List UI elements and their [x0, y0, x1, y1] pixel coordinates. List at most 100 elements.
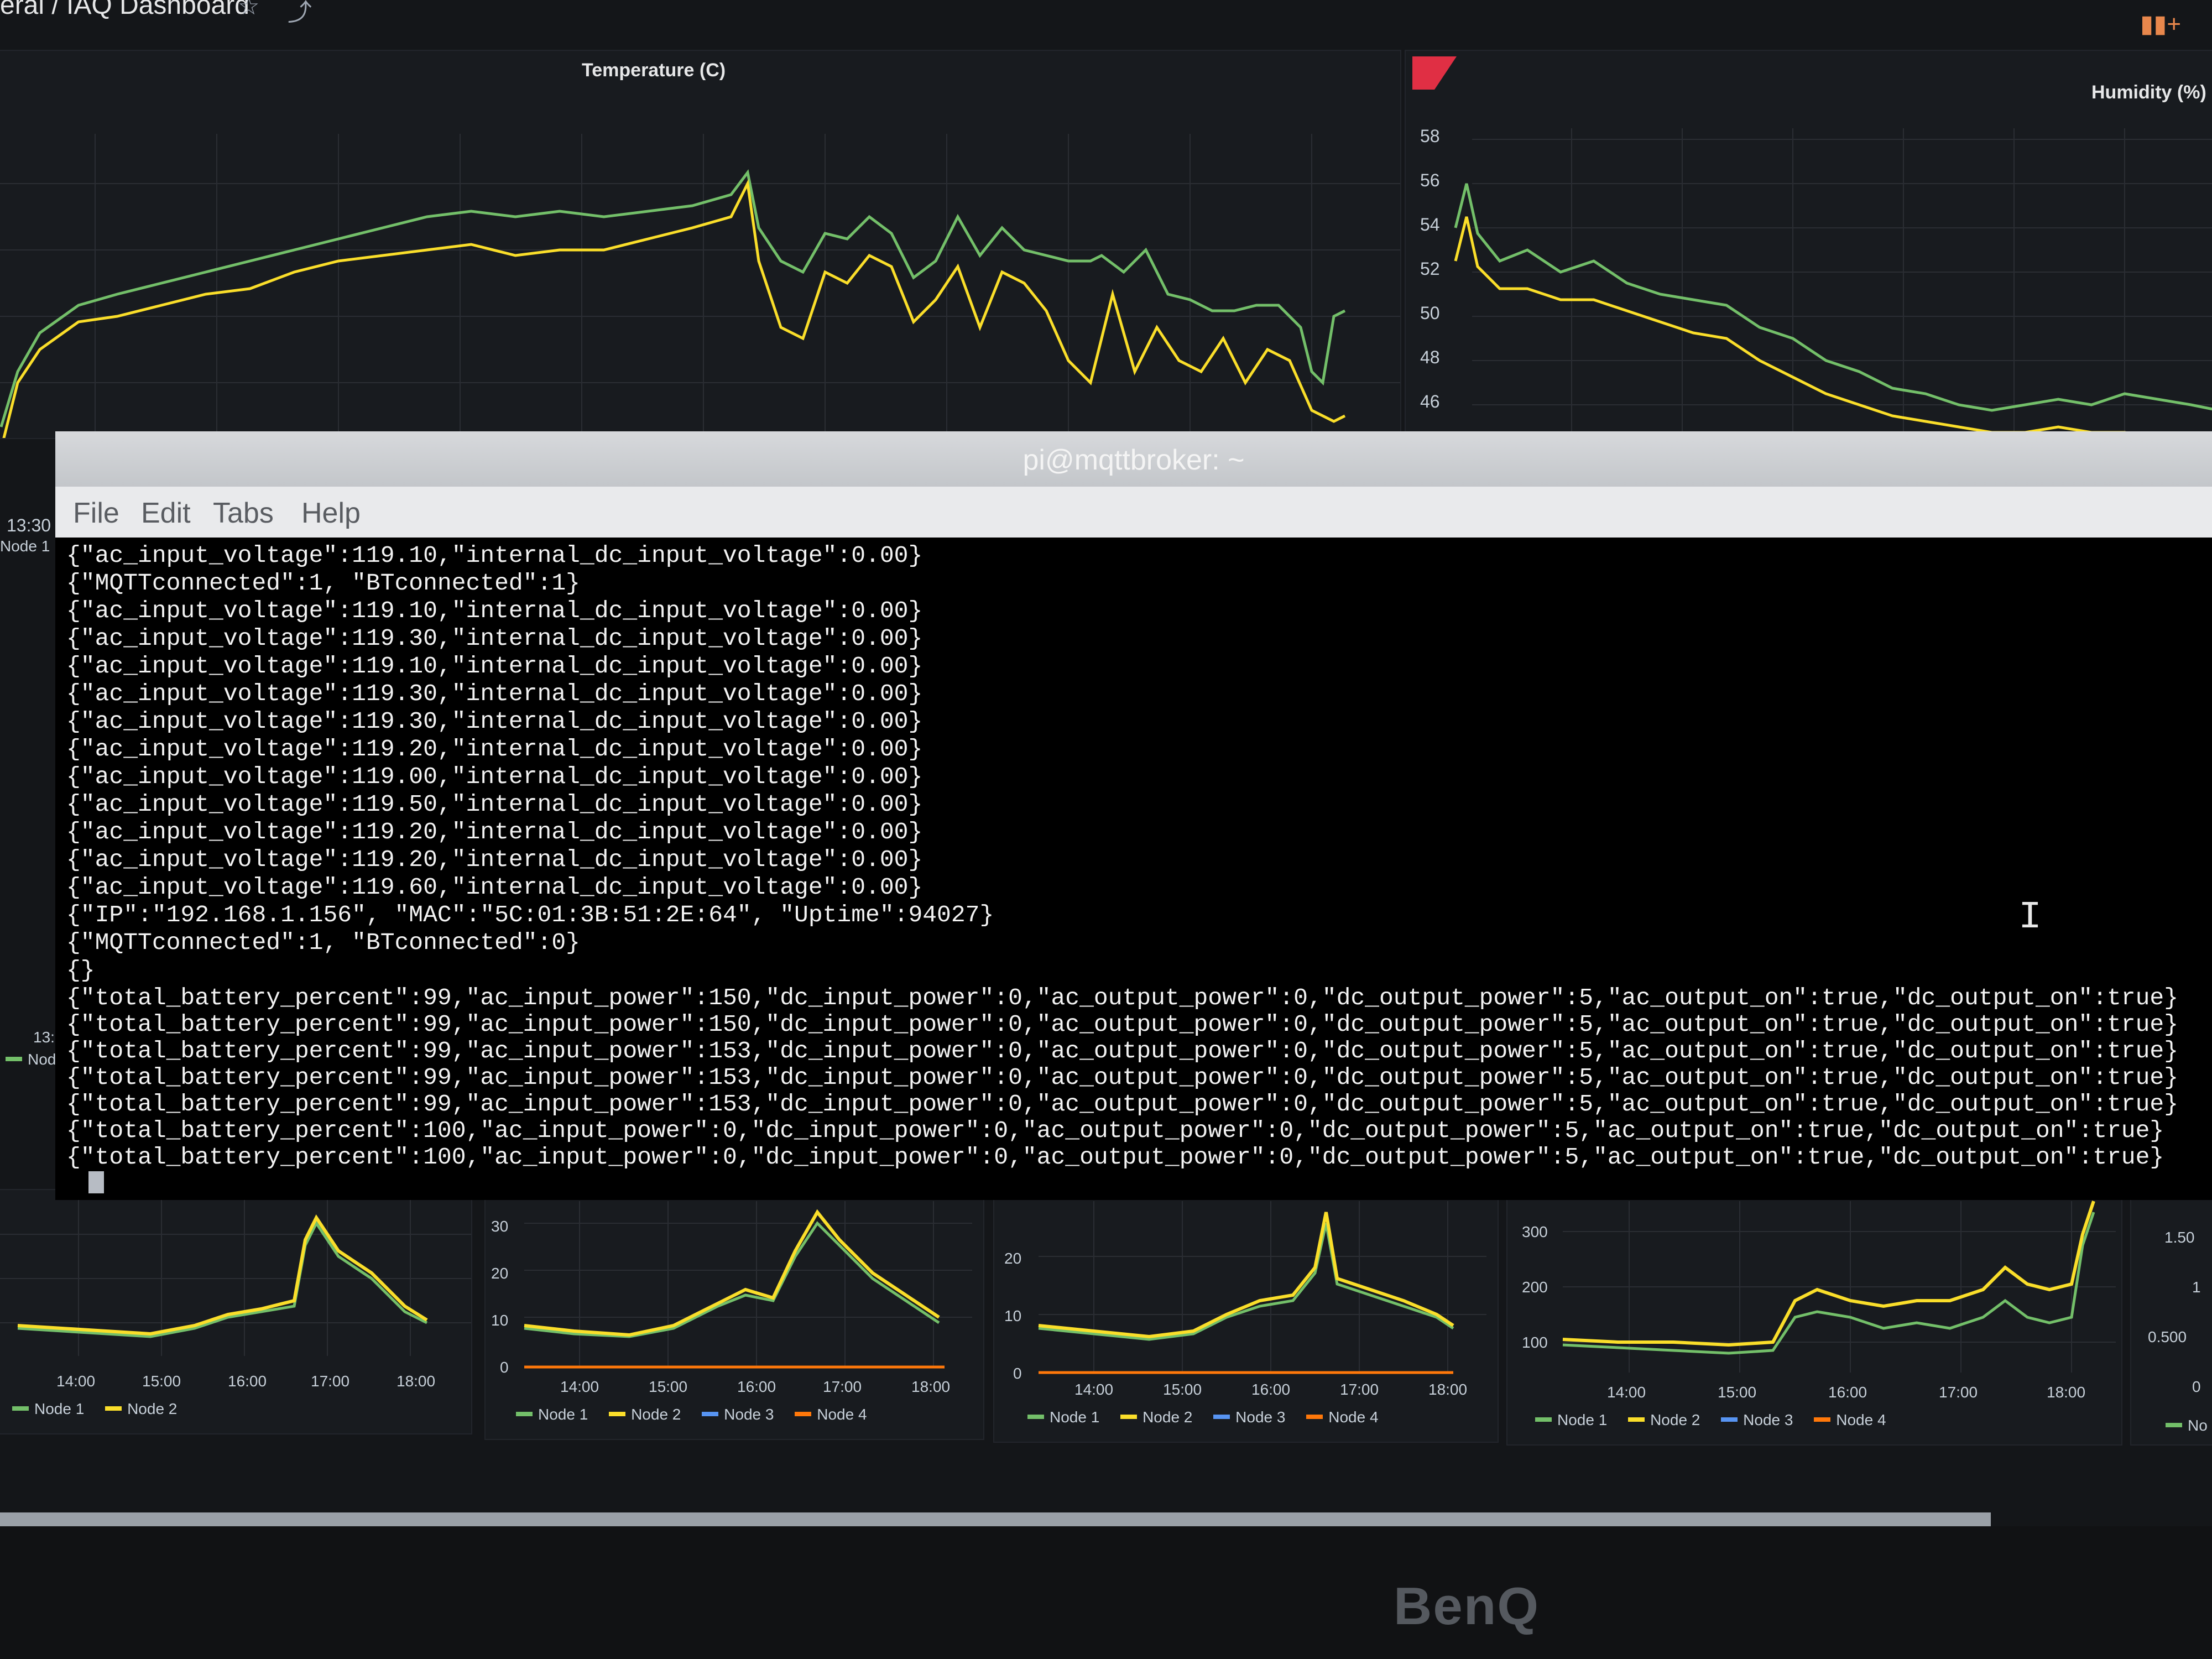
legend-label: Node 3 — [1235, 1408, 1286, 1426]
terminal-line: {"ac_input_voltage":119.20,"internal_dc_… — [66, 846, 923, 873]
grid — [524, 1201, 972, 1367]
legend-label: Node 4 — [817, 1406, 867, 1423]
terminal-line: {"total_battery_percent":100,"ac_input_p… — [66, 1117, 2164, 1144]
terminal-line: {"ac_input_voltage":119.50,"internal_dc_… — [66, 791, 923, 818]
terminal-line: {"total_battery_percent":99,"ac_input_po… — [66, 1064, 2179, 1091]
terminal-line: {"ac_input_voltage":119.30,"internal_dc_… — [66, 708, 923, 735]
bottom-panel-4: 300 200 100 14:00 15:00 16:00 17:00 18:0… — [1506, 1189, 2122, 1446]
terminal-line: {"ac_input_voltage":119.20,"internal_dc_… — [66, 735, 923, 763]
window-title: pi@mqttbroker: ~ — [1022, 444, 1245, 476]
humidity-graph — [1454, 128, 2212, 438]
terminal-line: {"ac_input_voltage":119.30,"internal_dc_… — [66, 680, 923, 707]
x-tick: 17:00 — [823, 1378, 862, 1395]
y-tick: 0.500 — [2148, 1328, 2187, 1345]
terminal-line: {} — [66, 957, 95, 984]
terminal-line: {"MQTTconnected":1, "BTconnected":0} — [66, 929, 580, 956]
legend-label: Node 1 — [34, 1400, 85, 1417]
ibeam-cursor-icon: I — [2018, 896, 2042, 940]
x-tick: 16:00 — [1828, 1384, 1867, 1401]
grid — [1472, 128, 2212, 438]
legend-label: Node 2 — [127, 1400, 178, 1417]
graph — [1562, 1201, 2116, 1373]
menu-edit[interactable]: Edit — [141, 497, 191, 530]
legend-label: Node 4 — [1328, 1408, 1379, 1426]
bottom-panel-2: 30 20 10 0 14:00 15:00 16:00 17:00 18:00… — [484, 1189, 984, 1440]
humidity-panel: Humidity (%) 58 56 54 52 50 48 46 — [1405, 50, 2212, 439]
y-tick: 0 — [2192, 1378, 2201, 1395]
legend: Node 1 Node 2 Node 3 Node 4 — [1027, 1408, 1395, 1426]
grid — [1039, 1201, 1486, 1373]
terminal-line: {"total_battery_percent":100,"ac_input_p… — [66, 1144, 2164, 1171]
menu-tabs[interactable]: Tabs — [213, 497, 274, 530]
brand-logo: BenQ — [1394, 1577, 1540, 1636]
star-icon[interactable]: ☆ — [238, 0, 259, 20]
bottom-panel-1: 14:00 15:00 16:00 17:00 18:00 Node 1 Nod… — [0, 1189, 472, 1434]
series-node-2 — [1038, 1212, 1454, 1339]
x-tick: 16:00 — [1251, 1381, 1291, 1398]
x-tick: 17:00 — [311, 1373, 350, 1390]
legend-label: Node 3 — [724, 1406, 774, 1423]
menu-help[interactable]: Help — [301, 497, 361, 530]
share-icon[interactable]: ⤴ — [288, 0, 312, 28]
legend-swatch — [6, 1056, 22, 1061]
x-tick: 18:00 — [2047, 1384, 2086, 1401]
legend-label: Node 2 — [631, 1406, 681, 1423]
legend-label: Node 2 — [1650, 1411, 1700, 1428]
temperature-panel: Temperature (C) 13:30 — [0, 50, 1401, 535]
series-node-1 — [1562, 1212, 2095, 1355]
x-tick: 17:00 — [1939, 1384, 1978, 1401]
legend: Node 1 Node 2 — [12, 1400, 194, 1418]
terminal-line: {"ac_input_voltage":119.30,"internal_dc_… — [66, 625, 923, 652]
graph — [0, 1190, 471, 1356]
text-cursor — [88, 1171, 104, 1193]
terminal-line: {"ac_input_voltage":119.20,"internal_dc_… — [66, 818, 923, 846]
menu-bar: File Edit Tabs Help — [55, 487, 2212, 538]
terminal-line: {"ac_input_voltage":119.00,"internal_dc_… — [66, 763, 923, 790]
bar-chart-plus-icon[interactable]: ▮▮+ — [2140, 10, 2181, 38]
horizontal-scrollbar[interactable] — [0, 1512, 1991, 1527]
x-tick: 14:00 — [560, 1378, 599, 1395]
series-node-2 — [524, 1209, 940, 1337]
terminal-line: {"ac_input_voltage":119.10,"internal_dc_… — [66, 542, 923, 569]
terminal-line: {"total_battery_percent":99,"ac_input_po… — [66, 1091, 2179, 1118]
x-tick: 18:00 — [911, 1378, 951, 1395]
x-tick: 14:00 — [56, 1373, 96, 1390]
breadcrumb[interactable]: eral / IAQ Dashboard — [0, 0, 249, 20]
legend: Node 1 Node 2 Node 3 Node 4 — [1535, 1411, 1903, 1429]
legend-label: Node 1 — [1050, 1408, 1100, 1426]
legend-label: Node 2 — [1142, 1408, 1193, 1426]
series-node-1 — [1454, 183, 2212, 412]
graph — [524, 1201, 972, 1369]
legend: Node 1 Node 2 Node 3 Node 4 — [516, 1406, 884, 1423]
legend-label: Node 3 — [1743, 1411, 1793, 1428]
y-tick: 1.50 — [2164, 1229, 2195, 1246]
legend: Node 1 — [0, 538, 50, 555]
series-node-1 — [524, 1221, 940, 1338]
terminal-window[interactable]: pi@mqttbroker: ~ File Edit Tabs Help {"a… — [55, 431, 2212, 1200]
terminal-output[interactable]: {"ac_input_voltage":119.10,"internal_dc_… — [66, 542, 2201, 1194]
x-tick: 13:30 — [7, 515, 51, 535]
x-tick: 16:00 — [737, 1378, 776, 1395]
temperature-graph — [0, 134, 1400, 438]
terminal-line: {"MQTTconnected":1, "BTconnected":1} — [66, 570, 580, 597]
x-tick: 15:00 — [1718, 1384, 1757, 1401]
x-tick: 15:00 — [142, 1373, 181, 1390]
legend-label: Node 1 — [0, 538, 50, 555]
x-tick: 18:00 — [397, 1373, 436, 1390]
x-tick: 16:00 — [228, 1373, 267, 1390]
legend-label: Node 1 — [1557, 1411, 1608, 1428]
series-node-2 — [2, 179, 1346, 438]
graph — [1038, 1201, 1486, 1374]
terminal-line: {"IP":"192.168.1.156", "MAC":"5C:01:3B:5… — [66, 901, 994, 928]
legend-label: Node 4 — [1836, 1411, 1886, 1428]
terminal-titlebar[interactable]: pi@mqttbroker: ~ — [55, 431, 2212, 487]
x-tick: 17:00 — [1340, 1381, 1379, 1398]
x-tick: 14:00 — [1074, 1381, 1114, 1398]
x-tick: 15:00 — [1163, 1381, 1202, 1398]
grid — [0, 134, 1400, 438]
menu-file[interactable]: File — [73, 497, 119, 530]
y-tick: 1 — [2192, 1279, 2201, 1296]
x-tick: 14:00 — [1607, 1384, 1646, 1401]
legend: No — [2166, 1417, 2208, 1434]
x-tick: 15:00 — [649, 1378, 688, 1395]
